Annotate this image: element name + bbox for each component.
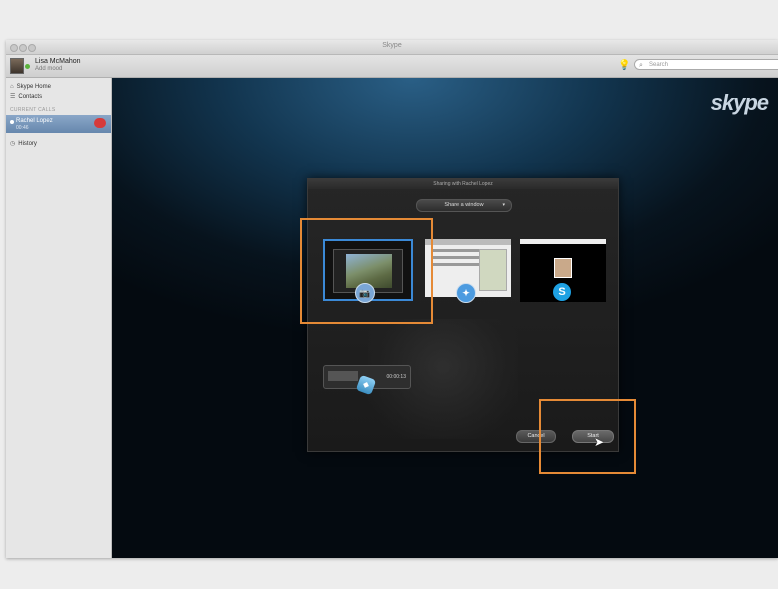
sidebar-item-active-call[interactable]: Rachel Lopez 00:46 bbox=[6, 115, 111, 133]
call-status-icon bbox=[10, 120, 14, 124]
skype-logo: skype bbox=[710, 90, 769, 115]
mood-message[interactable]: Add mood bbox=[35, 66, 62, 72]
dialog-title: Sharing with Rachel Lopez bbox=[308, 179, 618, 189]
share-mode-value: Share a window bbox=[444, 202, 484, 208]
share-mode-dropdown[interactable]: Share a window ▾ bbox=[416, 199, 512, 212]
profile-name[interactable]: Lisa McMahon bbox=[35, 58, 81, 65]
skype-app-icon: S bbox=[553, 283, 571, 301]
mini-window-text: 00:00:13 bbox=[386, 374, 406, 380]
home-icon: ⌂ bbox=[10, 84, 14, 90]
avatar[interactable] bbox=[10, 58, 24, 74]
compass-app-icon: ✦ bbox=[456, 283, 476, 303]
contacts-icon: ☰ bbox=[10, 94, 16, 100]
online-status-icon[interactable] bbox=[25, 64, 30, 69]
sidebar-item-label: Contacts bbox=[18, 93, 43, 100]
thumbnail-header bbox=[425, 239, 511, 245]
highlight-box-start bbox=[539, 399, 636, 474]
contact-photo bbox=[554, 258, 572, 278]
sidebar-item-contacts[interactable]: ☰ Contacts bbox=[10, 93, 43, 101]
mini-window-bar bbox=[328, 371, 358, 381]
search-placeholder: Search bbox=[649, 62, 669, 68]
thumbnail-panel bbox=[479, 249, 507, 291]
sidebar-item-label: History bbox=[18, 140, 37, 147]
sidebar-item-skype-home[interactable]: ⌂ Skype Home bbox=[10, 84, 51, 90]
toolbar: Lisa McMahon Add mood 💡 ⌕ Search bbox=[6, 55, 778, 78]
call-stage: skype Sharing with Rachel Lopez Share a … bbox=[112, 78, 778, 558]
search-icon: ⌕ bbox=[639, 62, 643, 69]
search-input[interactable]: ⌕ Search bbox=[634, 59, 778, 70]
chevron-down-icon: ▾ bbox=[502, 202, 505, 208]
active-call-name: Rachel Lopez bbox=[16, 118, 53, 124]
sidebar: ⌂ Skype Home ☰ Contacts CURRENT CALLS Ra… bbox=[6, 78, 112, 558]
lightbulb-icon[interactable]: 💡 bbox=[618, 60, 630, 71]
history-icon: ◷ bbox=[10, 141, 16, 147]
highlight-box-thumbnail bbox=[300, 218, 433, 324]
sidebar-item-history[interactable]: ◷ History bbox=[10, 140, 37, 148]
window-title: Skype bbox=[382, 42, 402, 49]
active-call-duration: 00:46 bbox=[16, 125, 29, 131]
sidebar-item-label: Skype Home bbox=[16, 84, 51, 90]
title-bar: Skype bbox=[6, 40, 778, 55]
current-calls-header: CURRENT CALLS bbox=[10, 107, 56, 113]
end-call-button[interactable] bbox=[94, 118, 106, 128]
